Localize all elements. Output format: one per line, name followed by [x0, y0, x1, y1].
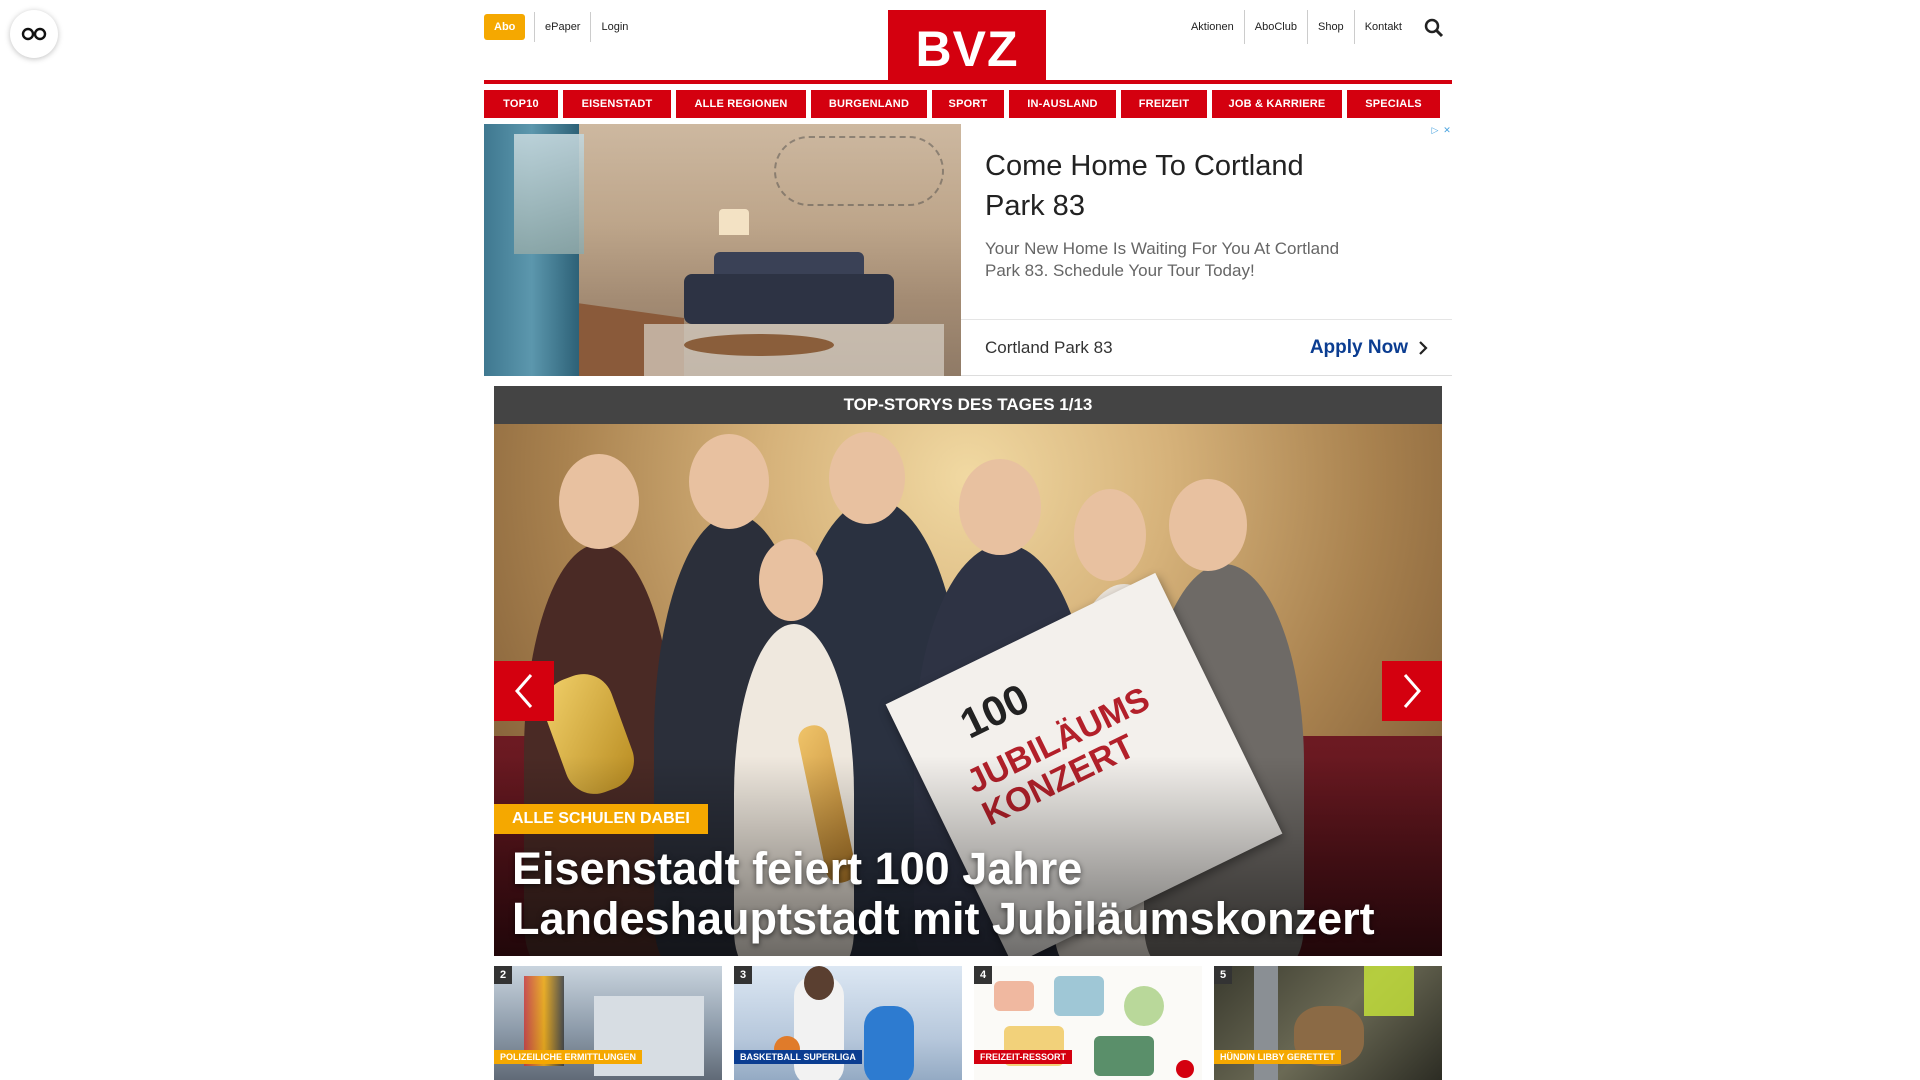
- chevron-left-icon: [515, 674, 533, 708]
- ad-brand: Cortland Park 83: [985, 337, 1113, 357]
- abo-button[interactable]: Abo: [484, 14, 526, 40]
- chevron-right-icon: [1419, 340, 1428, 355]
- thumbnail-tag: HÜNDIN LIBBY GERETTET: [1214, 1050, 1341, 1064]
- nav-item-freizeit[interactable]: FREIZEIT: [1121, 90, 1207, 118]
- ad-close-icon[interactable]: ✕: [1442, 124, 1452, 136]
- ad-description: Your New Home Is Waiting For You At Cort…: [985, 239, 1340, 280]
- thumbnail-number: 3: [734, 966, 752, 984]
- shop-link[interactable]: Shop: [1306, 10, 1354, 44]
- nav-item-eisenstadt[interactable]: EISENSTADT: [563, 90, 671, 118]
- search-icon[interactable]: [1424, 18, 1444, 38]
- ad-cta-label: Apply Now: [1309, 336, 1408, 358]
- story-thumbnail[interactable]: 5 HÜNDIN LIBBY GERETTET: [1214, 966, 1442, 1080]
- nav-item-burgenland[interactable]: BURGENLAND: [811, 90, 927, 118]
- carousel-next-button[interactable]: [1382, 661, 1442, 721]
- epaper-link[interactable]: ePaper: [534, 12, 590, 42]
- reader-mode-button[interactable]: [10, 10, 58, 58]
- carousel-prev-button[interactable]: [494, 661, 554, 721]
- nav-item-in-ausland[interactable]: IN-AUSLAND: [1009, 90, 1116, 118]
- login-link[interactable]: Login: [590, 12, 638, 42]
- thumbnail-number: 5: [1214, 966, 1232, 984]
- service-links: Aktionen AboClub Shop Kontakt: [1181, 10, 1412, 44]
- story-thumbnail[interactable]: 3 BASKETBALL SUPERLIGA: [734, 966, 962, 1080]
- nav-item-alle-regionen[interactable]: ALLE REGIONEN: [676, 90, 806, 118]
- page-container: Abo ePaper Login BVZ Aktionen AboClub Sh…: [484, 0, 1452, 1080]
- ad-image[interactable]: [484, 124, 961, 376]
- ad-info-icon[interactable]: ▷: [1430, 124, 1440, 136]
- hero-story[interactable]: 100 JUBILÄUMS KONZERT ALLE SCHULEN DABEI…: [494, 424, 1442, 956]
- site-header: Abo ePaper Login BVZ Aktionen AboClub Sh…: [484, 0, 1452, 84]
- ad-footer: Cortland Park 83 Apply Now: [961, 319, 1452, 375]
- thumbnail-number: 4: [974, 966, 992, 984]
- kontakt-link[interactable]: Kontakt: [1353, 10, 1412, 44]
- nav-item-top10[interactable]: TOP10: [484, 90, 558, 118]
- top-stories: TOP-STORYS DES TAGES 1/13 100 JUBILÄUMS …: [494, 386, 1442, 1080]
- ad-content: ▷ ✕ Come Home To Cortland Park 83 Your N…: [961, 124, 1452, 375]
- nav-item-specials[interactable]: SPECIALS: [1347, 90, 1440, 118]
- nav-item-sport[interactable]: SPORT: [932, 90, 1004, 118]
- thumbnail-tag: FREIZEIT-RESSORT: [974, 1050, 1073, 1064]
- thumbnail-tag: BASKETBALL SUPERLIGA: [734, 1050, 862, 1064]
- chevron-right-icon: [1403, 674, 1421, 708]
- hero-kicker[interactable]: ALLE SCHULEN DABEI: [494, 804, 708, 834]
- aktionen-link[interactable]: Aktionen: [1181, 10, 1244, 44]
- story-thumbnails: 2 POLIZEILICHE ERMITTLUNGEN 3 BASKETBALL…: [494, 966, 1442, 1080]
- hero-headline[interactable]: Eisenstadt feiert 100 Jahre Landeshaupts…: [512, 844, 1402, 944]
- ad-choices[interactable]: ▷ ✕: [1430, 124, 1452, 136]
- advertisement[interactable]: ▷ ✕ Come Home To Cortland Park 83 Your N…: [484, 124, 1452, 376]
- account-links: ePaper Login: [534, 12, 638, 42]
- thumbnail-number: 2: [494, 966, 512, 984]
- glasses-icon: [21, 27, 47, 41]
- main-navigation: TOP10 EISENSTADT ALLE REGIONEN BURGENLAN…: [484, 90, 1452, 118]
- ad-title[interactable]: Come Home To Cortland Park 83: [985, 146, 1345, 226]
- top-stories-heading: TOP-STORYS DES TAGES 1/13: [494, 386, 1442, 424]
- story-thumbnail[interactable]: 2 POLIZEILICHE ERMITTLUNGEN: [494, 966, 722, 1080]
- site-logo[interactable]: BVZ: [888, 10, 1046, 84]
- aboclub-link[interactable]: AboClub: [1243, 10, 1307, 44]
- thumbnail-tag: POLIZEILICHE ERMITTLUNGEN: [494, 1050, 642, 1064]
- story-thumbnail[interactable]: 4 FREIZEIT-RESSORT: [974, 966, 1202, 1080]
- ad-cta-button[interactable]: Apply Now: [1310, 337, 1428, 359]
- nav-item-job-karriere[interactable]: JOB & KARRIERE: [1212, 90, 1342, 118]
